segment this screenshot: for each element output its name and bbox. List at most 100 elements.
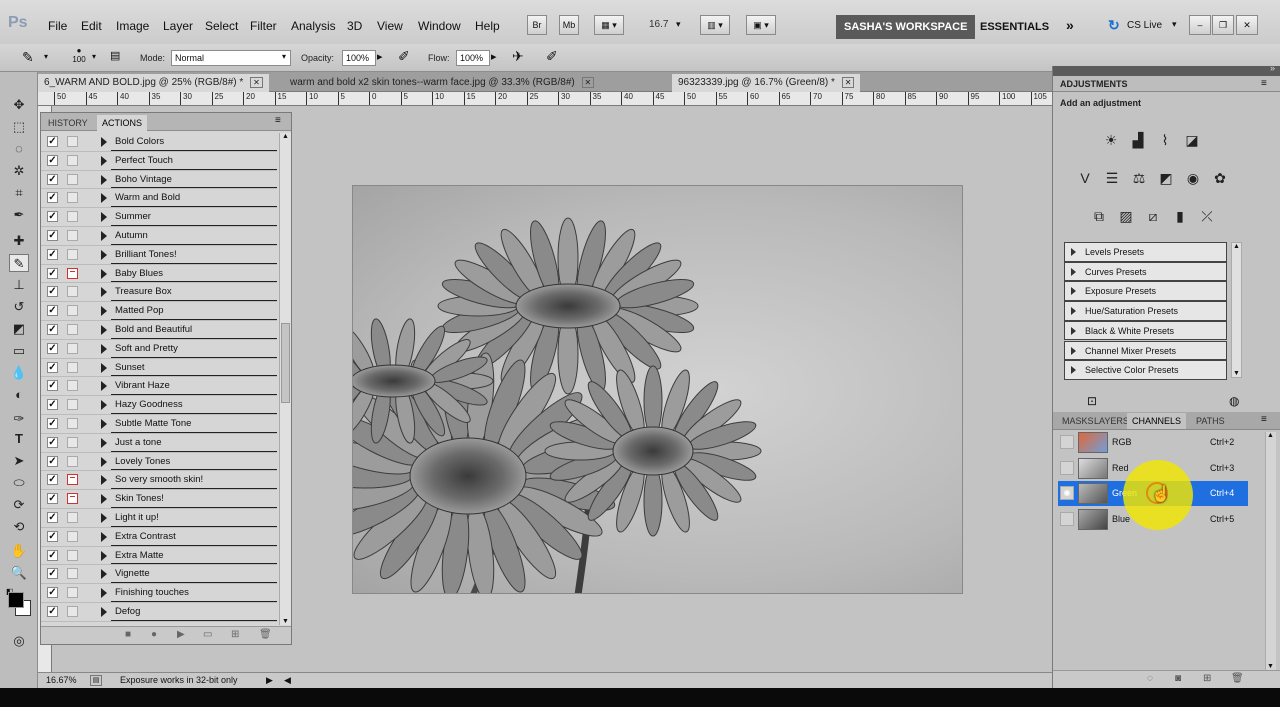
action-row[interactable]: ✓ So very smooth skin!	[41, 471, 277, 491]
type-tool-icon[interactable]: T	[9, 430, 29, 448]
menu-analysis[interactable]: Analysis	[291, 19, 336, 33]
action-row[interactable]: ✓ Extra Contrast	[41, 528, 277, 547]
new-set-icon[interactable]: ▭	[203, 629, 212, 640]
eye-hidden-icon[interactable]	[1060, 511, 1074, 526]
dialog-toggle[interactable]	[67, 399, 78, 411]
cslive-icon[interactable]: ↻	[1108, 17, 1120, 34]
scroll-left-icon[interactable]: ◀	[284, 673, 291, 688]
airbrush-icon[interactable]: ✈	[512, 48, 524, 65]
hue-saturation-icon[interactable]: ☰	[1102, 168, 1122, 188]
dialog-toggle[interactable]	[67, 211, 78, 223]
action-row[interactable]: ✓ Sunset	[41, 359, 277, 378]
menu-filter[interactable]: Filter	[250, 19, 277, 33]
expand-triangle-icon[interactable]	[101, 231, 107, 241]
action-row[interactable]: ✓ Vignette	[41, 565, 277, 585]
hand-tool-icon[interactable]: ✋	[9, 542, 29, 560]
toggle-checkbox[interactable]: ✓	[47, 305, 58, 317]
dialog-toggle[interactable]	[67, 549, 78, 561]
toggle-checkbox[interactable]: ✓	[47, 474, 58, 486]
action-row[interactable]: ✓ Summer	[41, 208, 277, 227]
action-row[interactable]: ✓ Defog	[41, 603, 277, 622]
dialog-toggle[interactable]	[67, 342, 78, 354]
expand-triangle-icon[interactable]	[1071, 307, 1076, 316]
preset-item[interactable]: Levels Presets	[1064, 242, 1227, 262]
collapse-dock-icon[interactable]: »	[1270, 63, 1275, 73]
scroll-down-icon[interactable]: ▼	[1233, 370, 1240, 377]
toggle-checkbox[interactable]: ✓	[47, 230, 58, 241]
scroll-down-icon[interactable]: ▼	[282, 618, 289, 625]
clone-stamp-tool-icon[interactable]: ⊥	[9, 276, 29, 294]
dialog-toggle[interactable]	[67, 286, 78, 298]
foreground-color-swatch[interactable]	[8, 592, 24, 608]
menu-help[interactable]: Help	[475, 19, 500, 33]
save-selection-icon[interactable]: ◙	[1175, 673, 1181, 684]
return-to-list-icon[interactable]: ⊡	[1087, 394, 1097, 408]
menu-window[interactable]: Window	[418, 19, 461, 33]
toggle-checkbox[interactable]: ✓	[47, 361, 58, 373]
minimize-button[interactable]: –	[1189, 15, 1211, 35]
dialog-toggle[interactable]	[67, 568, 78, 580]
status-zoom[interactable]: 16.67%	[46, 673, 77, 688]
opacity-slider-button[interactable]: ▸	[377, 50, 391, 66]
expand-triangle-icon[interactable]	[101, 137, 107, 147]
toggle-checkbox[interactable]: ✓	[47, 436, 58, 448]
crop-tool-icon[interactable]: ⌗	[9, 184, 29, 202]
toggle-checkbox[interactable]: ✓	[47, 211, 58, 223]
expand-triangle-icon[interactable]	[1071, 287, 1076, 296]
toggle-checkbox[interactable]: ✓	[47, 455, 58, 467]
menu-view[interactable]: View	[377, 19, 403, 33]
channels-scrollbar[interactable]: ▲ ▼	[1265, 432, 1276, 670]
expand-triangle-icon[interactable]	[1071, 366, 1076, 375]
toggle-checkbox[interactable]: ✓	[47, 173, 58, 185]
toggle-checkbox[interactable]: ✓	[47, 380, 58, 392]
doc-tab-1[interactable]: 6_WARM AND BOLD.jpg @ 25% (RGB/8#) * ✕	[38, 74, 269, 92]
dialog-toggle[interactable]	[67, 474, 78, 486]
action-row[interactable]: ✓ Treasure Box	[41, 283, 277, 303]
dialog-toggle[interactable]	[67, 192, 78, 204]
expand-triangle-icon[interactable]	[1071, 346, 1076, 355]
expand-triangle-icon[interactable]	[101, 174, 107, 185]
expand-triangle-icon[interactable]	[101, 513, 107, 523]
expand-triangle-icon[interactable]	[101, 287, 107, 298]
load-selection-icon[interactable]: ◌	[1147, 673, 1153, 684]
eyedropper-tool-icon[interactable]: ✒	[9, 206, 29, 224]
healing-brush-tool-icon[interactable]: ✚	[9, 232, 29, 250]
toggle-checkbox[interactable]: ✓	[47, 587, 58, 599]
action-row[interactable]: ✓ Skin Tones!	[41, 490, 277, 509]
adjustments-menu-icon[interactable]: ≡	[1261, 78, 1267, 89]
doc-tab-3[interactable]: 96323339.jpg @ 16.7% (Green/8) * ✕	[672, 74, 861, 92]
tab-paths[interactable]: PATHS	[1191, 413, 1230, 429]
action-row[interactable]: ✓ Bold and Beautiful	[41, 321, 277, 340]
brightness-contrast-icon[interactable]: ☀	[1101, 130, 1121, 150]
close-tab-icon[interactable]: ✕	[841, 77, 855, 88]
toggle-checkbox[interactable]: ✓	[47, 267, 58, 279]
dialog-toggle[interactable]	[67, 154, 78, 166]
expand-triangle-icon[interactable]	[1071, 267, 1076, 276]
presets-scrollbar[interactable]: ▲ ▼	[1231, 242, 1242, 378]
dialog-toggle[interactable]	[67, 248, 78, 260]
eye-hidden-icon[interactable]	[1060, 435, 1074, 449]
dialog-toggle[interactable]	[67, 324, 78, 335]
dialog-toggle[interactable]	[67, 305, 78, 317]
expand-triangle-icon[interactable]	[101, 569, 107, 580]
levels-icon[interactable]: ▟	[1128, 130, 1148, 150]
brush-tool-active-icon[interactable]: ✎	[9, 254, 29, 272]
curves-icon[interactable]: ⌇	[1155, 130, 1175, 150]
eye-visible-icon[interactable]: ◉	[1060, 486, 1074, 500]
brush-preset-dropdown-icon[interactable]: ▾	[92, 52, 96, 61]
action-row[interactable]: ✓ Finishing touches	[41, 584, 277, 603]
action-row[interactable]: ✓ Autumn	[41, 227, 277, 246]
3d-rotate-tool-icon[interactable]: ⟳	[9, 496, 29, 514]
dialog-toggle[interactable]	[67, 380, 78, 392]
dialog-toggle[interactable]	[67, 455, 78, 467]
dialog-toggle[interactable]	[67, 267, 78, 279]
delete-channel-icon[interactable]: 🗑	[1231, 673, 1244, 684]
expand-triangle-icon[interactable]	[101, 193, 107, 204]
move-tool-icon[interactable]: ✥	[9, 96, 29, 114]
channel-mixer-icon[interactable]: ✿	[1210, 168, 1230, 188]
dialog-toggle[interactable]	[67, 230, 78, 241]
gradient-map-icon[interactable]: ▮	[1170, 206, 1190, 226]
gradient-tool-icon[interactable]: ▭	[9, 342, 29, 360]
screen-mode-button[interactable]: ▣ ▾	[746, 15, 776, 35]
mode-dropdown-icon[interactable]: ▾	[282, 52, 286, 61]
